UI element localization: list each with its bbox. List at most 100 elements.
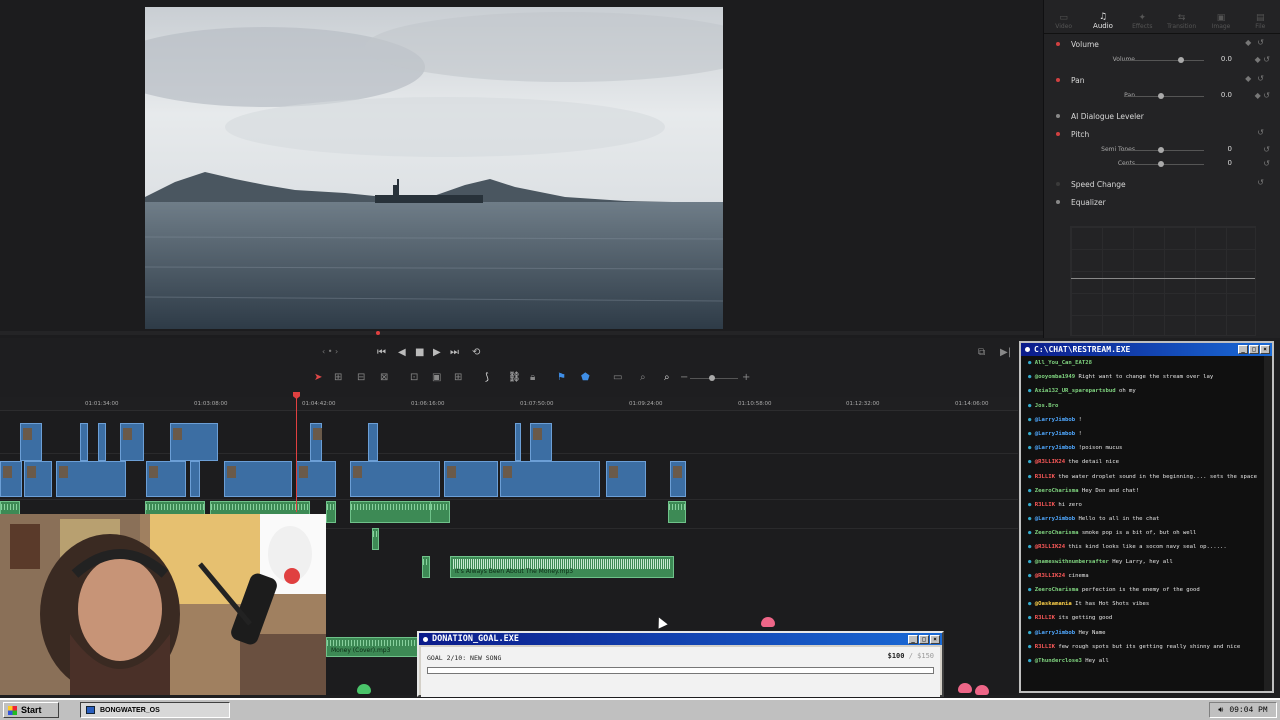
volume-value[interactable]: 0.0 (1204, 55, 1232, 63)
tab-transition[interactable]: ⇆ Transition (1162, 0, 1201, 33)
trim-tool-icon[interactable]: ⊞ (334, 372, 342, 383)
video-clip[interactable] (444, 461, 498, 497)
equalizer-header[interactable]: Equalizer (1044, 193, 1280, 211)
video-clip[interactable] (224, 461, 292, 497)
video-clip[interactable] (98, 423, 106, 461)
reset-icon[interactable]: ↺ (1263, 145, 1270, 154)
enable-dot-icon[interactable] (1056, 78, 1060, 82)
audio-clip[interactable] (422, 556, 430, 578)
video-clip[interactable] (530, 423, 552, 461)
keyframe-reset-icons[interactable]: ◆↺ (1245, 74, 1270, 83)
video-clip[interactable] (296, 461, 336, 497)
playhead[interactable] (296, 392, 297, 512)
video-clip[interactable] (24, 461, 52, 497)
audio-clip[interactable] (326, 501, 336, 523)
tab-image[interactable]: ▣ Image (1201, 0, 1240, 33)
skip-start-icon[interactable]: ⏮ (377, 347, 386, 358)
tab-effects[interactable]: ✦ Effects (1123, 0, 1162, 33)
link-icon[interactable]: ⛓ (508, 372, 521, 383)
lock-icon[interactable]: 🔒︎ (530, 372, 535, 383)
semitones-value[interactable]: 0 (1204, 145, 1232, 153)
selection-tool-icon[interactable]: ➤ (314, 372, 322, 383)
money-clip[interactable]: Money (Cover).mp3 (326, 637, 418, 657)
enable-dot-icon[interactable] (1056, 114, 1060, 118)
music-clip[interactable]: It's Always Been About The Money.mp3 (450, 556, 674, 578)
zoom-icon[interactable]: ⌕ (664, 372, 670, 383)
dynamic-trim-icon[interactable]: ⊟ (357, 372, 365, 383)
chat-messages[interactable]: ● All_You_Can_EAT28 ● @ooyomba1949 Right … (1021, 356, 1264, 691)
maximize-icon[interactable]: □ (1249, 345, 1259, 354)
pan-section-header[interactable]: Pan ◆↺ (1044, 71, 1280, 89)
insert-clip-icon[interactable]: ⊡ (410, 372, 418, 383)
audio-clip[interactable] (372, 528, 379, 550)
tab-video[interactable]: ▭ Video (1044, 0, 1083, 33)
keyframe-reset-icons[interactable]: ◆↺ (1245, 38, 1270, 47)
volume-slider-track[interactable] (1124, 60, 1204, 61)
taskbar-item-bongwater[interactable]: BONGWATER_OS (80, 702, 230, 718)
video-clip[interactable] (350, 461, 440, 497)
replace-clip-icon[interactable]: ⊞ (454, 372, 462, 383)
play-reverse-icon[interactable]: ◀ (398, 347, 406, 358)
keyframe-reset-icons[interactable]: ◆ ↺ (1255, 55, 1270, 64)
enable-dot-icon[interactable] (1056, 42, 1060, 46)
pan-slider-track[interactable] (1124, 96, 1204, 97)
enable-dot-icon[interactable] (1056, 182, 1060, 186)
video-clip[interactable] (500, 461, 600, 497)
video-clip[interactable] (0, 461, 22, 497)
viewer-scrubber[interactable] (0, 331, 1043, 335)
tab-file[interactable]: ▤ File (1241, 0, 1280, 33)
volume-slider-knob[interactable] (1178, 57, 1184, 63)
reset-icon[interactable]: ↺ (1257, 128, 1270, 137)
detail-zoom-icon[interactable]: ▭ (613, 372, 622, 383)
video-clip[interactable] (368, 423, 378, 461)
loop-icon[interactable]: ⟲ (472, 347, 480, 358)
video-clip[interactable] (20, 423, 42, 461)
video-clip[interactable] (190, 461, 200, 497)
pitch-section-header[interactable]: Pitch ↺ (1044, 125, 1280, 143)
donation-title-bar[interactable]: DONATION_GOAL.EXE _ □ × (419, 633, 942, 645)
skip-end-icon[interactable]: ⏭ (450, 347, 459, 358)
video-clip[interactable] (120, 423, 144, 461)
video-clip[interactable] (670, 461, 686, 497)
close-icon[interactable]: × (1260, 345, 1270, 354)
pan-value[interactable]: 0.0 (1204, 91, 1232, 99)
audio-clip[interactable] (668, 501, 686, 523)
semitones-slider-knob[interactable] (1158, 147, 1164, 153)
zoom-in-icon[interactable]: + (742, 372, 750, 383)
play-icon[interactable]: ▶ (433, 347, 441, 358)
keyframe-reset-icons[interactable]: ◆ ↺ (1255, 91, 1270, 100)
audio-clip[interactable] (430, 501, 450, 523)
chat-scrollbar[interactable] (1264, 356, 1272, 691)
minimize-icon[interactable]: _ (908, 635, 918, 644)
equalizer-graph[interactable] (1070, 226, 1256, 336)
speaker-icon[interactable]: 🔊︎ (1218, 706, 1223, 715)
clock[interactable]: 09:04 PM (1229, 706, 1267, 715)
cents-slider-track[interactable] (1124, 164, 1204, 165)
cents-slider-knob[interactable] (1158, 161, 1164, 167)
snapping-icon[interactable]: ⟆ (485, 372, 489, 383)
custom-zoom-icon[interactable]: ⌕ (640, 372, 646, 383)
zoom-slider-knob[interactable] (709, 375, 715, 381)
enable-dot-icon[interactable] (1056, 132, 1060, 136)
jog-icon[interactable]: ‹ • › (322, 347, 338, 356)
maximize-icon[interactable]: □ (919, 635, 929, 644)
enable-dot-icon[interactable] (1056, 200, 1060, 204)
blade-tool-icon[interactable]: ⊠ (380, 372, 388, 383)
chat-title-bar[interactable]: C:\CHAT\RESTREAM.EXE _ □ × (1021, 343, 1272, 356)
close-icon[interactable]: × (930, 635, 940, 644)
tab-audio[interactable]: ♫ Audio (1083, 0, 1122, 33)
cents-value[interactable]: 0 (1204, 159, 1232, 167)
timeline-ruler[interactable]: 01:01:34:00 01:03:08:00 01:04:42:00 01:0… (0, 397, 1018, 411)
stop-icon[interactable]: ■ (415, 347, 424, 358)
video-clip[interactable] (146, 461, 186, 497)
start-button[interactable]: Start (3, 702, 59, 718)
pan-slider-knob[interactable] (1158, 93, 1164, 99)
reset-icon[interactable]: ↺ (1257, 178, 1270, 187)
expand-icon[interactable]: ▶| (1000, 347, 1011, 358)
reset-icon[interactable]: ↺ (1263, 159, 1270, 168)
semitones-slider-track[interactable] (1124, 150, 1204, 151)
marker-icon[interactable]: ⬟ (581, 372, 590, 383)
volume-section-header[interactable]: Volume ◆↺ (1044, 35, 1280, 53)
video-clip[interactable] (170, 423, 218, 461)
minimize-icon[interactable]: _ (1238, 345, 1248, 354)
